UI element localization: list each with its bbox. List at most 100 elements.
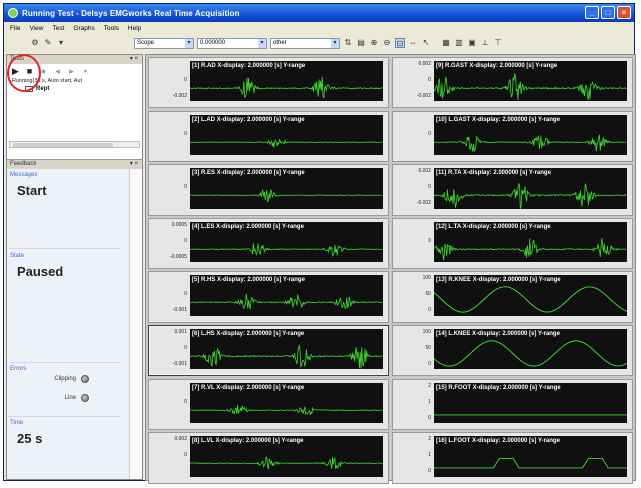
zoom-in-icon[interactable]: ⊕ bbox=[369, 38, 379, 48]
y-tick-label: 100 bbox=[422, 329, 431, 335]
mode-select[interactable]: other ▾ bbox=[270, 37, 340, 49]
tree-node-rept[interactable]: Rept bbox=[7, 85, 142, 93]
scope-select[interactable]: Scope ▾ bbox=[134, 37, 194, 49]
value-select[interactable]: 0.000000 ▾ bbox=[197, 37, 267, 49]
trace-line bbox=[434, 238, 627, 261]
window-title: Running Test - Delsys EMGworks Real Time… bbox=[22, 8, 240, 18]
next-icon[interactable]: ▸ bbox=[67, 66, 76, 77]
play-icon[interactable]: ▶ bbox=[11, 66, 20, 77]
previous-icon[interactable]: ◂ bbox=[53, 66, 62, 77]
plot-panel[interactable]: 0 -0.001 [5] R.HS X-display: 2.000000 [s] … bbox=[148, 271, 389, 323]
scope-screen[interactable]: [4] L.ES X-display: 2.000000 [s] Y-range bbox=[190, 221, 383, 263]
divider bbox=[9, 416, 121, 417]
plot-panel[interactable]: 100 50 0 [13] R.KNEE X-display: 2.000000 [s… bbox=[392, 271, 633, 323]
scope-screen[interactable]: [3] R.ES X-display: 2.000000 [s] Y-range bbox=[190, 168, 383, 209]
plot-panel[interactable]: 2 1 0 [15] R.FOOT X-display: 2.000000 [s] Y… bbox=[392, 378, 633, 430]
clipping-led-icon bbox=[81, 375, 89, 383]
test-status-line[interactable]: Running(30 s, Auto start, Aut bbox=[7, 78, 142, 85]
y-tick-label: 0 bbox=[184, 452, 187, 459]
plot-panel[interactable]: 2 1 0 [16] L.FOOT X-display: 2.000000 [s] Y… bbox=[392, 432, 633, 484]
plot-panel[interactable]: 0.0005 0 -0.0005 [4] L.ES X-display: 2.0000… bbox=[148, 217, 389, 270]
scope-screen[interactable]: [2] L.AD X-display: 2.000000 [s] Y-range bbox=[190, 114, 383, 155]
mode-select-value: other bbox=[273, 39, 287, 46]
messages-label: Messages bbox=[10, 172, 38, 178]
zoom-x-icon[interactable]: ⇔ bbox=[408, 38, 418, 48]
scope-screen[interactable]: [15] R.FOOT X-display: 2.000000 [s] Y-ra… bbox=[434, 382, 627, 423]
state-label: State bbox=[10, 253, 25, 259]
y-tick-label: 0 bbox=[184, 345, 187, 351]
scope-screen[interactable]: [10] L.GAST X-display: 2.000000 [s] Y-ra… bbox=[434, 114, 627, 155]
menu-view[interactable]: View bbox=[29, 25, 43, 32]
menu-graphs[interactable]: Graphs bbox=[73, 25, 94, 32]
menu-help[interactable]: Help bbox=[128, 25, 141, 32]
state-section: State Paused bbox=[7, 252, 142, 279]
menu-test[interactable]: Test bbox=[52, 25, 64, 32]
plot-title: [10] L.GAST X-display: 2.000000 [s] Y-ra… bbox=[436, 116, 560, 123]
trace-line bbox=[190, 293, 383, 310]
y-tick-label: 0 bbox=[428, 468, 431, 475]
settings-icon[interactable]: ⚙ bbox=[30, 38, 40, 48]
plot-panel[interactable]: 0.002 0 [8] L.VL X-display: 2.000000 [s] Y… bbox=[148, 432, 389, 484]
plot-panel[interactable]: 100 50 0 [14] L.KNEE X-display: 2.000000 [s… bbox=[392, 325, 633, 377]
scope-screen[interactable]: [9] R.GAST X-display: 2.000000 [s] Y-ran… bbox=[434, 61, 627, 102]
plot-title: [14] L.KNEE X-display: 2.000000 [s] Y-ra… bbox=[436, 331, 560, 337]
plot-panel[interactable]: 0 -0.002 [1] R.AD X-display: 2.000000 [s] … bbox=[148, 57, 389, 109]
axis-x-icon[interactable]: ⟂ bbox=[480, 38, 490, 48]
app-icon bbox=[8, 8, 18, 18]
menu-tools[interactable]: Tools bbox=[104, 25, 119, 32]
menu-file[interactable]: File bbox=[10, 25, 20, 32]
scope-screen[interactable]: [5] R.HS X-display: 2.000000 [s] Y-range bbox=[190, 275, 383, 316]
zoom-out-icon[interactable]: ⊖ bbox=[382, 38, 392, 48]
fit-y-icon[interactable]: ⇅ bbox=[343, 38, 353, 48]
title-bar[interactable]: Running Test - Delsys EMGworks Real Time… bbox=[4, 4, 634, 22]
horizontal-scrollbar[interactable] bbox=[9, 141, 140, 148]
panel-controls[interactable]: ▾ × bbox=[130, 160, 138, 169]
scope-screen[interactable]: [16] L.FOOT X-display: 2.000000 [s] Y-ra… bbox=[434, 436, 627, 477]
trace-line bbox=[190, 138, 383, 148]
scope-screen[interactable]: [7] R.VL X-display: 2.000000 [s] Y-range bbox=[190, 382, 383, 423]
plot-title: [1] R.AD X-display: 2.000000 [s] Y-range bbox=[192, 63, 306, 69]
maximize-button[interactable]: □ bbox=[601, 6, 615, 19]
minimize-button[interactable]: _ bbox=[585, 6, 599, 19]
scope-screen[interactable]: [1] R.AD X-display: 2.000000 [s] Y-range bbox=[190, 61, 383, 102]
dropdown-icon[interactable]: ▾ bbox=[56, 38, 66, 48]
divider bbox=[9, 248, 121, 249]
options-icon[interactable]: ✎ bbox=[43, 38, 53, 48]
plot-panel[interactable]: 0.002 0 -0.002 [11] R.TA X-display: 2.00000… bbox=[392, 164, 633, 216]
close-button[interactable]: × bbox=[617, 6, 631, 19]
record-icon[interactable]: ● bbox=[39, 66, 48, 76]
plot-panel[interactable]: 0 [12] L.TA X-display: 2.000000 [s] Y-ran… bbox=[392, 217, 633, 270]
pause-icon[interactable]: ▪ bbox=[81, 66, 90, 76]
y-tick-label: 1 bbox=[428, 452, 431, 459]
grid-icon[interactable]: ▦ bbox=[441, 38, 451, 48]
plot-panel[interactable]: 0.002 0 -0.002 [9] R.GAST X-display: 2.0000… bbox=[392, 57, 633, 109]
panel-controls[interactable]: ▾ × bbox=[130, 55, 138, 64]
trace-line bbox=[434, 183, 627, 209]
scope-screen[interactable]: [13] R.KNEE X-display: 2.000000 [s] Y-ra… bbox=[434, 275, 627, 316]
y-tick-label: 0 bbox=[184, 77, 187, 83]
plot-panel[interactable]: 0 [3] R.ES X-display: 2.000000 [s] Y-rang… bbox=[148, 164, 389, 216]
scope-screen[interactable]: [12] L.TA X-display: 2.000000 [s] Y-rang… bbox=[434, 221, 627, 263]
y-tick-label: 0.002 bbox=[418, 168, 431, 175]
scope-screen[interactable]: [6] L.HS X-display: 2.000000 [s] Y-range bbox=[190, 329, 383, 370]
plot-panel[interactable]: 0.001 0 -0.001 [6] L.HS X-display: 2.000000… bbox=[148, 325, 389, 377]
scope-screen[interactable]: [14] L.KNEE X-display: 2.000000 [s] Y-ra… bbox=[434, 329, 627, 370]
tests-panel-title: Tests bbox=[10, 56, 25, 62]
feedback-panel-header: Feedback ▾ × bbox=[7, 160, 142, 169]
tile-icon[interactable]: ▣ bbox=[467, 38, 477, 48]
layout-icon[interactable]: ▥ bbox=[454, 38, 464, 48]
chart-icon[interactable]: ▤ bbox=[356, 38, 366, 48]
scrollbar-thumb[interactable] bbox=[13, 143, 113, 147]
axis-y-icon[interactable]: ⊤ bbox=[493, 38, 503, 48]
plot-panel[interactable]: 0 [10] L.GAST X-display: 2.000000 [s] Y-r… bbox=[392, 110, 633, 162]
scope-screen[interactable]: [8] L.VL X-display: 2.000000 [s] Y-range bbox=[190, 436, 383, 477]
zoom-box-icon[interactable]: ⊡ bbox=[395, 38, 405, 48]
cursor-icon[interactable]: ↖ bbox=[421, 38, 431, 48]
scope-screen[interactable]: [11] R.TA X-display: 2.000000 [s] Y-rang… bbox=[434, 168, 627, 209]
trace-line bbox=[434, 134, 627, 152]
y-tick-label: 0 bbox=[184, 130, 187, 137]
plot-panel[interactable]: 0 [2] L.AD X-display: 2.000000 [s] Y-rang… bbox=[148, 110, 389, 162]
stop-icon[interactable]: ■ bbox=[25, 66, 34, 76]
feedback-panel-title: Feedback bbox=[10, 161, 37, 167]
plot-panel[interactable]: 0 [7] R.VL X-display: 2.000000 [s] Y-rang… bbox=[148, 378, 389, 430]
